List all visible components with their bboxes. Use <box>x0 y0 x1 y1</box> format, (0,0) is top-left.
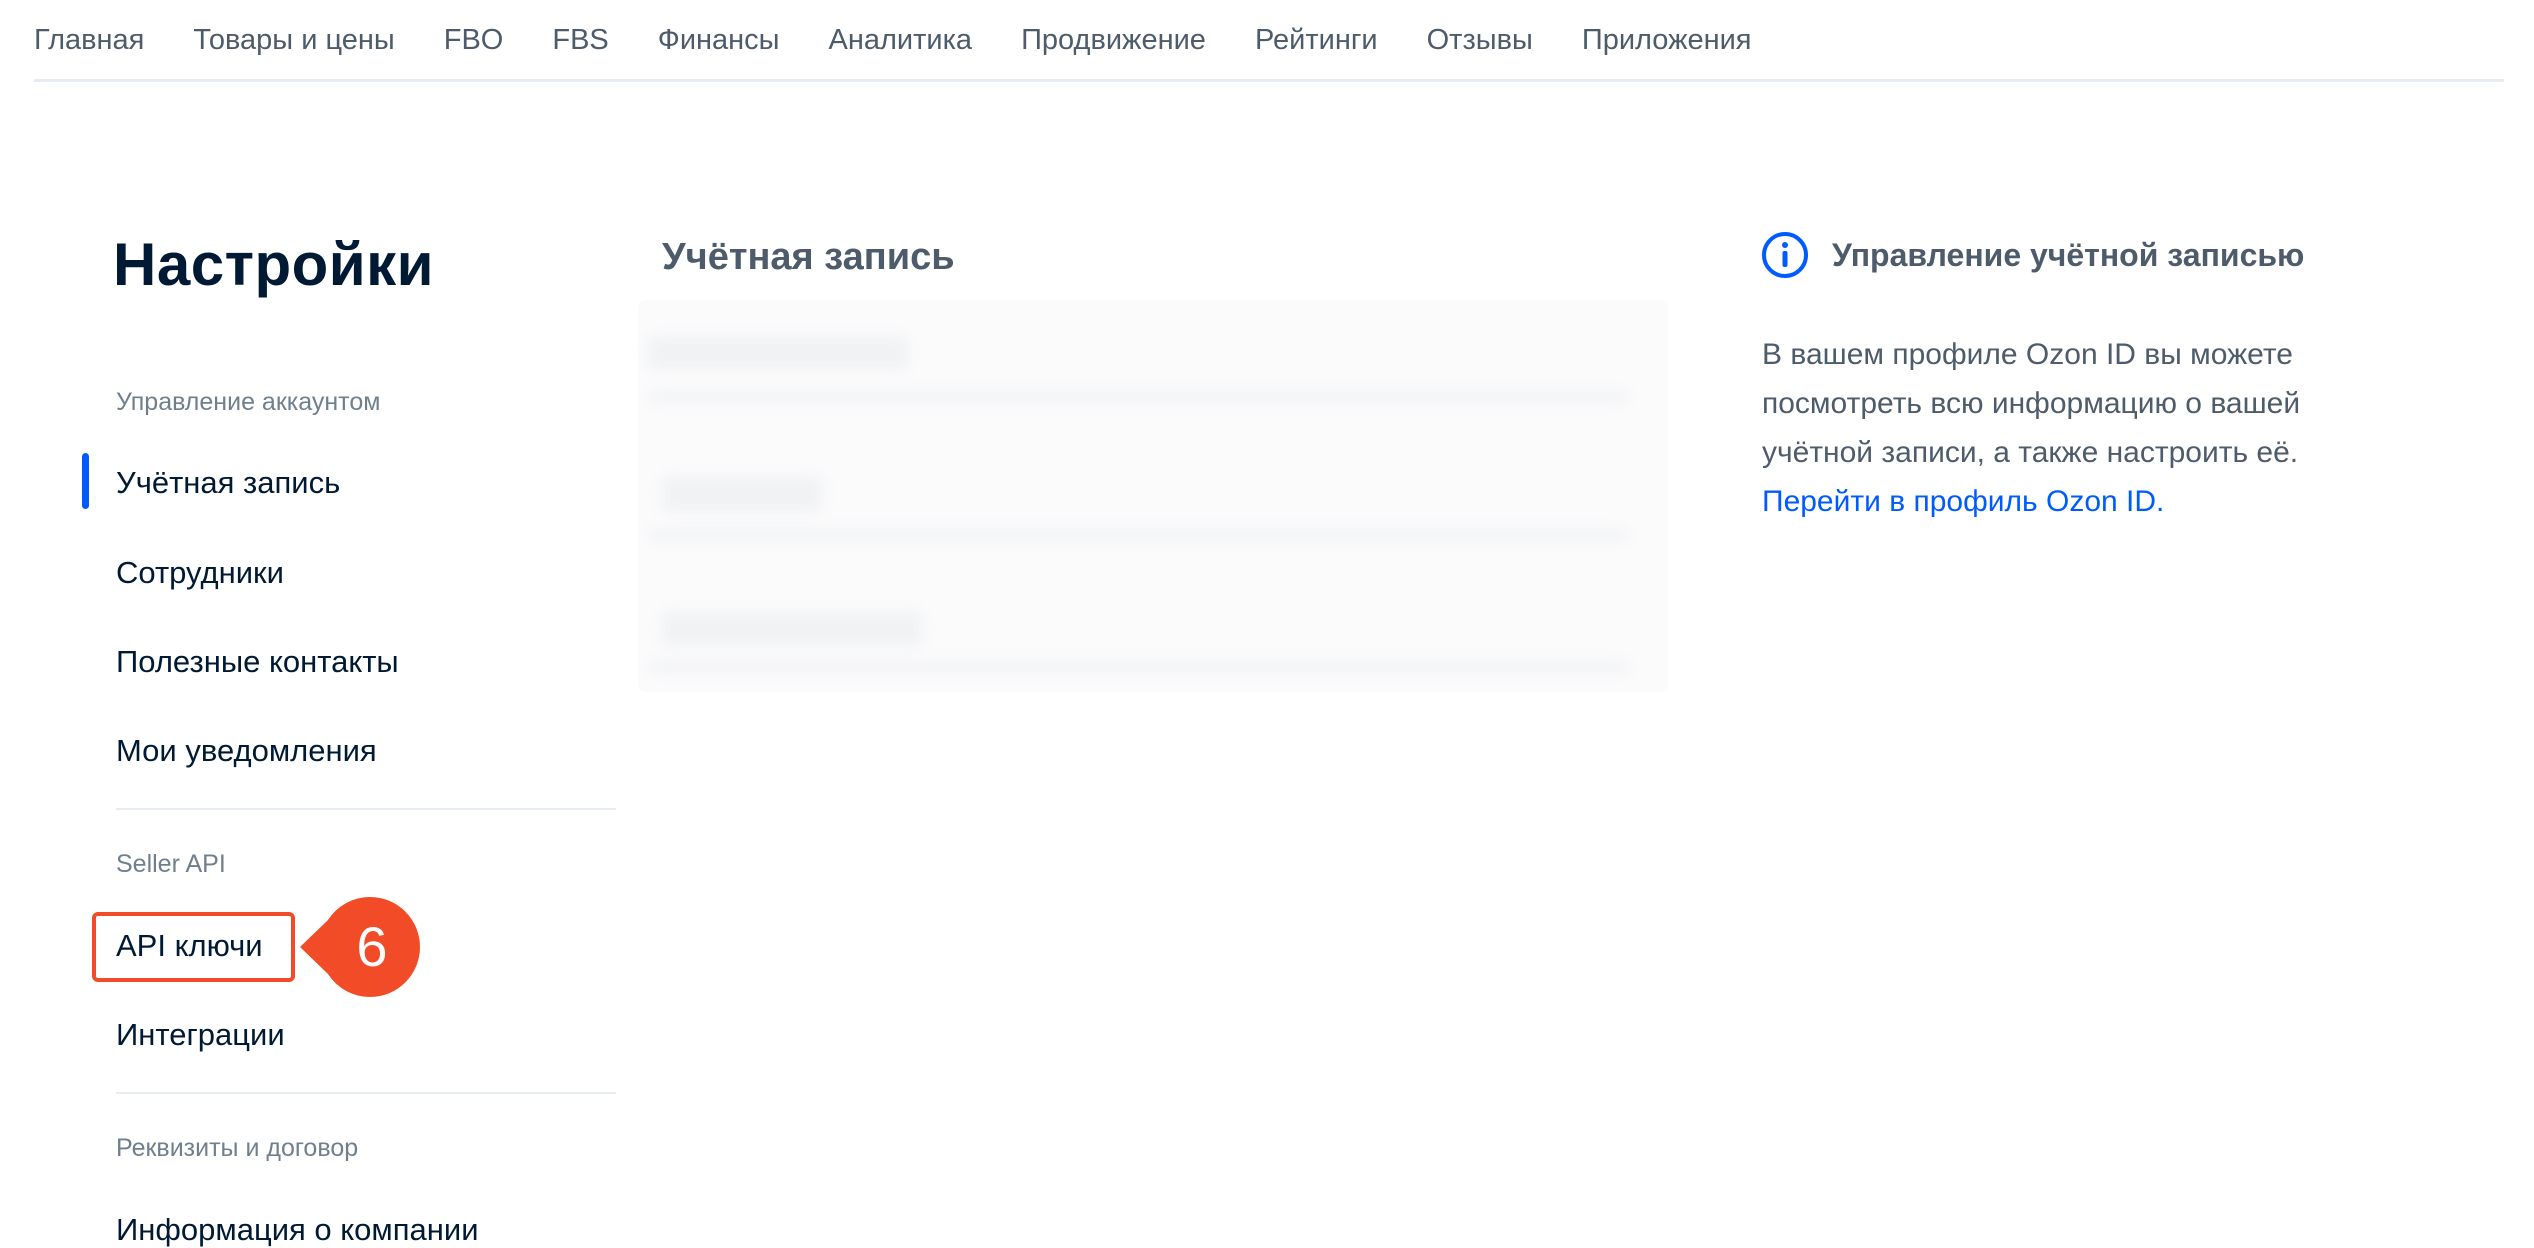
section-title: Учётная запись <box>662 236 955 278</box>
sidebar-item-account[interactable]: Учётная запись <box>116 465 340 501</box>
settings-sidebar: Настройки Управление аккаунтом Учётная з… <box>0 0 640 1248</box>
step-callout-badge: 6 <box>300 897 420 997</box>
section-label-requisites: Реквизиты и договор <box>116 1134 359 1162</box>
blurred-field <box>648 336 908 370</box>
info-panel-title: Управление учётной записью <box>1832 237 2305 273</box>
section-label-seller-api: Seller API <box>116 850 226 878</box>
info-icon <box>1760 230 1810 280</box>
sidebar-item-employees[interactable]: Сотрудники <box>116 555 284 591</box>
blurred-field <box>648 530 1628 540</box>
nav-item-reviews[interactable]: Отзывы <box>1427 1 1533 79</box>
sidebar-divider <box>116 1092 616 1094</box>
info-text-line: учётной записи, а также настроить её. <box>1762 436 2299 469</box>
nav-item-apps[interactable]: Приложения <box>1582 1 1752 79</box>
blurred-field <box>662 612 922 646</box>
blurred-field <box>648 662 1628 672</box>
nav-item-promotion[interactable]: Продвижение <box>1021 1 1206 79</box>
sidebar-item-useful-contacts[interactable]: Полезные контакты <box>116 644 399 680</box>
nav-item-ratings[interactable]: Рейтинги <box>1255 1 1378 79</box>
blurred-field <box>662 476 822 512</box>
settings-page: Главная Товары и цены FBO FBS Финансы Ан… <box>0 0 2534 1248</box>
api-keys-highlight-box <box>92 912 295 982</box>
section-label-account-management: Управление аккаунтом <box>116 388 381 416</box>
active-item-indicator <box>82 453 89 509</box>
nav-item-finance[interactable]: Финансы <box>658 1 780 79</box>
sidebar-item-my-notifications[interactable]: Мои уведомления <box>116 733 377 769</box>
sidebar-divider <box>116 808 616 810</box>
ozon-id-profile-link[interactable]: Перейти в профиль Ozon ID. <box>1762 477 2422 526</box>
callout-number: 6 <box>356 915 388 978</box>
sidebar-item-company-info[interactable]: Информация о компании <box>116 1212 479 1248</box>
page-title: Настройки <box>113 231 435 298</box>
sidebar-item-integrations[interactable]: Интеграции <box>116 1017 285 1053</box>
nav-item-analytics[interactable]: Аналитика <box>829 1 973 79</box>
info-text-line: посмотреть всю информацию о вашей <box>1762 387 2301 420</box>
info-text-line: В вашем профиле Ozon ID вы можете <box>1762 338 2293 371</box>
info-panel-text: В вашем профиле Ozon ID вы можете посмот… <box>1762 330 2422 526</box>
blurred-field <box>648 392 1628 402</box>
account-details-blurred <box>638 300 1668 692</box>
